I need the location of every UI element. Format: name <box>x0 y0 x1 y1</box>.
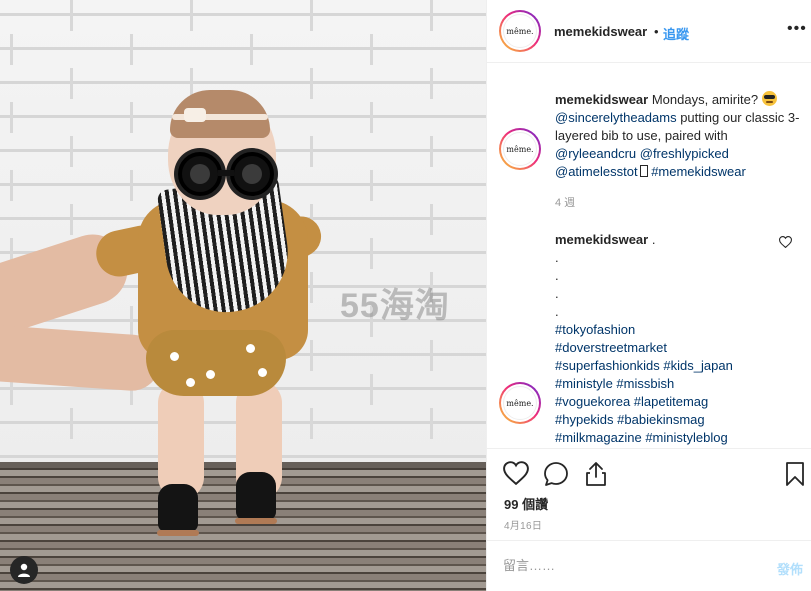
comment-input[interactable] <box>503 558 743 573</box>
caption-username[interactable]: memekidswear <box>555 92 648 107</box>
more-dots-icon[interactable]: ••• <box>787 20 807 38</box>
avatar[interactable]: même. <box>499 382 541 424</box>
separator-dot: • <box>654 24 659 39</box>
baby-shoe <box>236 472 276 520</box>
post-actions: 99 個讚 4月16日 <box>487 448 811 540</box>
post-caption: memekidswear Mondays, amirite? @sincerel… <box>555 91 800 179</box>
add-comment-bar: 發佈 <box>487 540 811 591</box>
caption-timestamp[interactable]: 4 週 <box>555 194 575 210</box>
hashtag-link[interactable]: #superfashionkids <box>555 358 660 373</box>
sunglasses-emoji-icon <box>761 91 777 106</box>
comment-dot: . <box>555 250 559 265</box>
like-comment-heart-icon[interactable] <box>779 236 792 248</box>
hashtag-link[interactable]: #tokyofashion <box>555 322 635 337</box>
comment-dot: . <box>555 304 559 319</box>
hashtag-link[interactable]: #hypekids <box>555 412 614 427</box>
share-icon[interactable] <box>584 461 608 487</box>
hashtag-link[interactable]: #doverstreetmarket <box>555 340 667 355</box>
bookmark-icon[interactable] <box>785 461 805 487</box>
flower-sunglasses-right <box>230 152 274 196</box>
baby-shoe <box>158 484 198 532</box>
post-date[interactable]: 4月16日 <box>504 517 542 532</box>
hashtag-link[interactable]: #lapetitemag <box>634 394 708 409</box>
mention-link[interactable]: @ryleeandcru <box>555 146 636 161</box>
avatar[interactable]: même. <box>499 128 541 170</box>
watermark: 55海淘 <box>340 287 450 325</box>
like-heart-icon[interactable] <box>503 461 529 485</box>
comment-username[interactable]: memekidswear <box>555 232 648 247</box>
baby-leg <box>158 380 204 500</box>
missing-glyph-icon <box>639 165 648 177</box>
post-header: même. memekidswear • 追蹤 ••• <box>487 0 811 63</box>
hashtag-link[interactable]: #kids_japan <box>663 358 732 373</box>
hashtag-link[interactable]: #ministyleblog <box>645 430 727 445</box>
hashtag-link[interactable]: #memekidswear <box>651 164 746 179</box>
hashtag-link[interactable]: #voguekorea <box>555 394 630 409</box>
username-link[interactable]: memekidswear <box>554 24 647 39</box>
hashtag-link[interactable]: #milkmagazine <box>555 430 642 445</box>
headband-bow <box>184 108 206 122</box>
avatar[interactable]: même. <box>499 10 541 52</box>
post-photo[interactable]: 55海淘 <box>0 0 486 591</box>
flower-sunglasses-left <box>178 152 222 196</box>
comment-dot: . <box>555 268 559 283</box>
mention-link[interactable]: @atimelesstot <box>555 164 638 179</box>
comment-item: memekidswear . . . . . #tokyofashion #do… <box>555 231 775 447</box>
hashtag-link[interactable]: #missbish <box>616 376 674 391</box>
post-details-panel: même. memekidswear • 追蹤 ••• même. memeki… <box>486 0 811 591</box>
likes-count[interactable]: 99 個讚 <box>504 494 548 513</box>
person-icon <box>18 563 30 577</box>
mention-link[interactable]: @freshlypicked <box>640 146 729 161</box>
user-tag-button[interactable] <box>10 556 38 584</box>
follow-button[interactable]: 追蹤 <box>663 24 689 43</box>
post-comment-button[interactable]: 發佈 <box>777 559 803 578</box>
hashtag-link[interactable]: #babiekinsmag <box>617 412 704 427</box>
comment-bubble-icon[interactable] <box>543 461 569 487</box>
hashtag-link[interactable]: #ministyle <box>555 376 613 391</box>
floral-bloomers <box>146 330 286 396</box>
mention-link[interactable]: @sincerelytheadams <box>555 110 677 125</box>
comment-dot: . <box>555 286 559 301</box>
